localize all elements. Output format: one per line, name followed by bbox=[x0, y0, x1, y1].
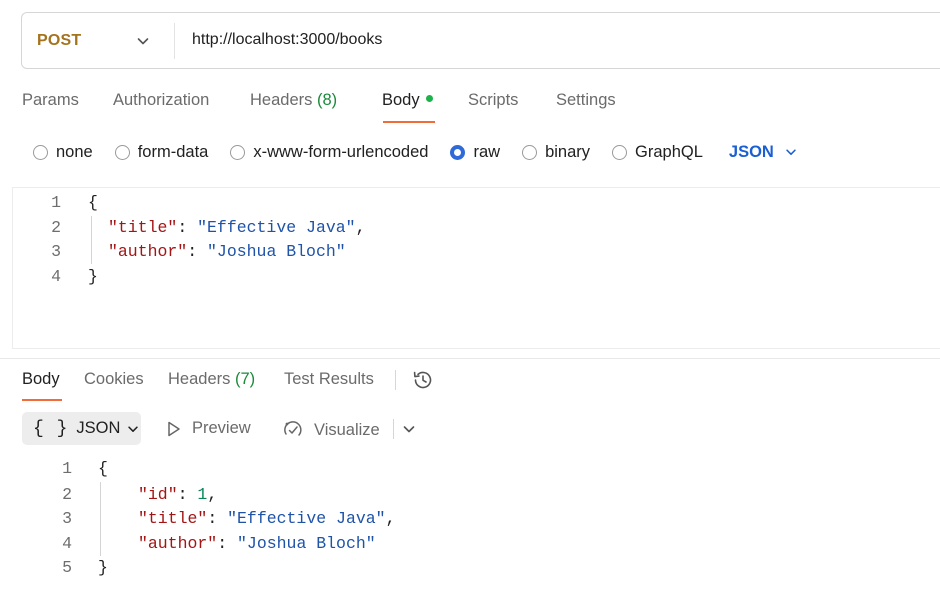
json-key: "title" bbox=[108, 218, 178, 237]
radio-binary[interactable]: binary bbox=[522, 143, 590, 162]
code-close-brace: } bbox=[88, 267, 98, 286]
code-close-brace: } bbox=[98, 558, 108, 577]
url-bar: POST bbox=[21, 12, 940, 69]
radio-circle[interactable] bbox=[230, 144, 246, 160]
radio-graphql[interactable]: GraphQL bbox=[612, 143, 703, 162]
json-key: "author" bbox=[138, 534, 218, 553]
chevron-down-icon[interactable] bbox=[135, 33, 151, 49]
radio-label: x-www-form-urlencoded bbox=[253, 142, 429, 161]
json-string: "Effective Java" bbox=[197, 218, 356, 237]
tab-headers[interactable]: Headers (8) bbox=[250, 91, 337, 110]
line-number: 3 bbox=[62, 509, 72, 528]
json-key: "id" bbox=[138, 485, 178, 504]
radio-label: form-data bbox=[137, 142, 209, 161]
language-select[interactable]: JSON bbox=[729, 143, 798, 162]
play-outline-icon bbox=[168, 421, 180, 436]
tab-authorization[interactable]: Authorization bbox=[113, 91, 209, 110]
radio-label: raw bbox=[473, 142, 501, 161]
response-active-tab-underline bbox=[22, 399, 62, 401]
response-tab-headers[interactable]: Headers (7) bbox=[168, 370, 255, 389]
visualize-button[interactable]: Visualize bbox=[282, 419, 380, 441]
pane-divider[interactable] bbox=[0, 358, 940, 359]
response-headers-count: (7) bbox=[234, 370, 256, 388]
chevron-down-icon bbox=[786, 149, 796, 155]
method-select[interactable]: POST bbox=[37, 32, 81, 50]
radio-label: GraphQL bbox=[635, 142, 703, 161]
response-tab-cookies[interactable]: Cookies bbox=[84, 370, 144, 389]
tab-body[interactable]: Body bbox=[382, 91, 433, 110]
active-tab-underline bbox=[383, 121, 435, 123]
json-key: "title" bbox=[138, 509, 208, 528]
tab-params[interactable]: Params bbox=[22, 91, 79, 110]
tab-body-label: Body bbox=[382, 91, 420, 109]
response-format-select[interactable]: { } JSON bbox=[22, 412, 141, 445]
line-number: 3 bbox=[51, 242, 61, 261]
radio-circle[interactable] bbox=[114, 144, 130, 160]
tab-headers-label: Headers bbox=[250, 91, 313, 109]
visualize-icon bbox=[284, 421, 302, 436]
radio-circle[interactable] bbox=[33, 144, 48, 160]
line-number: 1 bbox=[62, 459, 72, 478]
code-open-brace: { bbox=[98, 459, 108, 478]
radio-label: binary bbox=[545, 142, 591, 161]
headers-count: (8) bbox=[316, 91, 338, 109]
url-divider bbox=[174, 23, 175, 59]
line-number: 4 bbox=[62, 534, 72, 553]
response-format-label: JSON bbox=[76, 419, 121, 437]
toolbar-separator bbox=[393, 419, 394, 439]
line-number: 2 bbox=[62, 485, 72, 504]
response-tab-test-results[interactable]: Test Results bbox=[284, 370, 374, 389]
url-input[interactable] bbox=[192, 31, 792, 49]
radio-none[interactable]: none bbox=[33, 143, 93, 162]
radio-label: none bbox=[56, 142, 93, 161]
radio-urlencoded[interactable]: x-www-form-urlencoded bbox=[230, 143, 428, 162]
history-icon[interactable] bbox=[411, 368, 435, 392]
radio-raw[interactable]: raw bbox=[450, 143, 500, 162]
response-tab-headers-label: Headers bbox=[168, 370, 231, 388]
tab-settings[interactable]: Settings bbox=[556, 91, 616, 110]
response-tab-body[interactable]: Body bbox=[22, 370, 60, 389]
indent-guide bbox=[91, 216, 92, 264]
code-open-brace: { bbox=[88, 193, 98, 212]
visualize-label: Visualize bbox=[314, 420, 380, 439]
preview-button[interactable]: Preview bbox=[166, 419, 251, 438]
json-string: "Joshua Bloch" bbox=[237, 534, 376, 553]
json-string: "Effective Java" bbox=[227, 509, 386, 528]
tab-scripts[interactable]: Scripts bbox=[468, 91, 518, 110]
json-string: "Joshua Bloch" bbox=[207, 242, 346, 261]
line-number: 1 bbox=[51, 193, 61, 212]
code-line: "title": "Effective Java", bbox=[138, 509, 396, 528]
radio-form-data[interactable]: form-data bbox=[114, 142, 209, 162]
radio-circle[interactable] bbox=[522, 144, 538, 160]
body-active-dot bbox=[425, 95, 433, 103]
request-body-editor[interactable] bbox=[12, 187, 940, 349]
preview-label: Preview bbox=[192, 419, 251, 437]
line-number: 4 bbox=[51, 267, 61, 286]
braces-icon: { } bbox=[33, 418, 69, 439]
json-number: 1 bbox=[197, 485, 208, 504]
body-type-options: none form-data x-www-form-urlencoded raw… bbox=[33, 141, 798, 163]
code-line: "id": 1, bbox=[138, 485, 218, 504]
language-label: JSON bbox=[728, 142, 774, 161]
code-line: "title": "Effective Java", bbox=[108, 218, 366, 237]
radio-circle[interactable] bbox=[612, 144, 628, 160]
indent-guide bbox=[100, 482, 101, 556]
line-number: 2 bbox=[51, 218, 61, 237]
line-number: 5 bbox=[62, 558, 72, 577]
code-line: "author": "Joshua Bloch" bbox=[138, 534, 376, 553]
chevron-down-icon[interactable] bbox=[401, 421, 417, 437]
chevron-down-icon bbox=[128, 425, 139, 432]
radio-circle-selected[interactable] bbox=[450, 144, 466, 160]
tab-separator bbox=[395, 370, 396, 390]
json-key: "author" bbox=[108, 242, 188, 261]
code-line: "author": "Joshua Bloch" bbox=[108, 242, 346, 261]
